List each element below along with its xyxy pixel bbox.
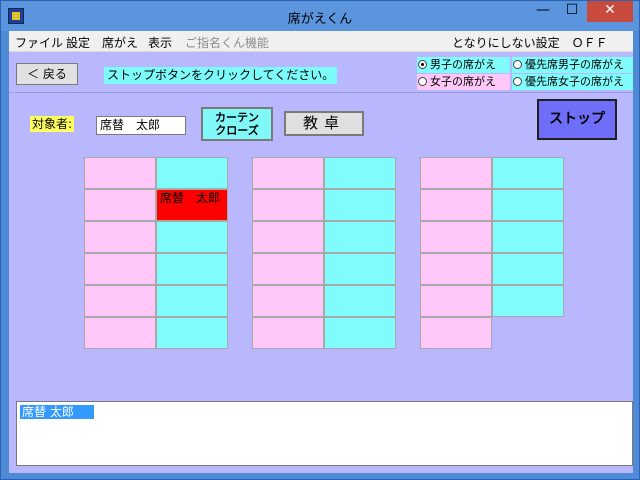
client-area: ファイル 設定 席がえ 表示 ご指名くん機能 となりにしない設定 ＯＦＦ ＜ 戻… <box>9 31 633 473</box>
radio-dot-icon <box>418 77 427 86</box>
seat[interactable] <box>252 221 324 253</box>
title-bar: 席がえくん — ☐ ✕ <box>1 1 639 31</box>
seat[interactable] <box>324 317 396 349</box>
target-name-field[interactable]: 席替 太郎 <box>96 116 186 135</box>
stop-button[interactable]: ストップ <box>537 99 617 140</box>
radio-girls-label: 女子の席がえ <box>430 75 496 88</box>
menu-file[interactable]: ファイル <box>15 34 63 51</box>
seat[interactable] <box>492 157 564 189</box>
seat[interactable] <box>84 285 156 317</box>
instruction-text: ストップボタンをクリックしてください。 <box>104 67 338 84</box>
seat[interactable] <box>84 221 156 253</box>
seat[interactable] <box>252 157 324 189</box>
seat[interactable] <box>420 221 492 253</box>
seat[interactable] <box>324 221 396 253</box>
seat[interactable] <box>156 285 228 317</box>
seat[interactable] <box>420 317 492 349</box>
curtain-label-line2: クローズ <box>215 124 259 137</box>
seat[interactable] <box>492 221 564 253</box>
seat[interactable] <box>420 253 492 285</box>
radio-girls[interactable]: 女子の席がえ <box>417 74 510 90</box>
seat-highlighted[interactable]: 席替 太郎 <box>156 189 228 221</box>
curtain-close-button[interactable]: カーテン クローズ <box>201 107 273 141</box>
seat[interactable] <box>252 189 324 221</box>
seat[interactable] <box>156 253 228 285</box>
menu-bar: ファイル 設定 席がえ 表示 ご指名くん機能 となりにしない設定 ＯＦＦ <box>9 31 633 52</box>
back-button[interactable]: ＜ 戻る <box>16 63 78 85</box>
seat[interactable] <box>324 253 396 285</box>
minimize-button[interactable]: — <box>529 1 557 22</box>
toolbar: ＜ 戻る ストップボタンをクリックしてください。 男子の席がえ 優先席男子の席が… <box>9 53 633 93</box>
seat[interactable] <box>420 189 492 221</box>
radio-priority-boys[interactable]: 優先席男子の席がえ <box>512 57 633 73</box>
app-window: 席がえくん — ☐ ✕ ファイル 設定 席がえ 表示 ご指名くん機能 となりにし… <box>0 0 640 480</box>
seat[interactable] <box>84 317 156 349</box>
seat[interactable] <box>84 157 156 189</box>
seat[interactable] <box>252 253 324 285</box>
neighbor-setting-status: となりにしない設定 ＯＦＦ <box>452 36 608 50</box>
result-list[interactable]: 席替 太郎 <box>16 401 633 466</box>
seat[interactable] <box>252 285 324 317</box>
teacher-desk: 教卓 <box>284 111 364 136</box>
menu-settings[interactable]: 設定 <box>66 34 90 51</box>
seat[interactable] <box>156 157 228 189</box>
radio-dot-icon <box>513 60 522 69</box>
result-list-item[interactable]: 席替 太郎 <box>20 405 94 419</box>
menu-seat-change[interactable]: 席がえ <box>102 34 138 51</box>
radio-priority-girls[interactable]: 優先席女子の席がえ <box>512 74 633 90</box>
seat[interactable] <box>252 317 324 349</box>
seat[interactable] <box>84 189 156 221</box>
seat[interactable] <box>420 157 492 189</box>
menu-view[interactable]: 表示 <box>148 34 172 51</box>
curtain-label-line1: カーテン <box>215 111 259 124</box>
seat[interactable] <box>156 221 228 253</box>
seat[interactable] <box>492 253 564 285</box>
seat[interactable] <box>324 189 396 221</box>
radio-boys-label: 男子の席がえ <box>430 58 496 71</box>
seat[interactable] <box>492 285 564 317</box>
seat[interactable] <box>84 253 156 285</box>
seat[interactable] <box>324 157 396 189</box>
menu-nomination[interactable]: ご指名くん機能 <box>185 34 269 51</box>
target-label: 対象者: <box>30 116 75 132</box>
maximize-button[interactable]: ☐ <box>558 1 586 22</box>
close-button[interactable]: ✕ <box>587 1 633 22</box>
seat[interactable] <box>324 285 396 317</box>
radio-dot-icon <box>513 77 522 86</box>
radio-priority-girls-label: 優先席女子の席がえ <box>525 75 624 88</box>
seat[interactable] <box>492 189 564 221</box>
radio-priority-boys-label: 優先席男子の席がえ <box>525 58 624 71</box>
radio-dot-selected-icon <box>418 60 427 69</box>
radio-boys[interactable]: 男子の席がえ <box>417 57 510 73</box>
seat[interactable] <box>420 285 492 317</box>
seat[interactable] <box>156 317 228 349</box>
